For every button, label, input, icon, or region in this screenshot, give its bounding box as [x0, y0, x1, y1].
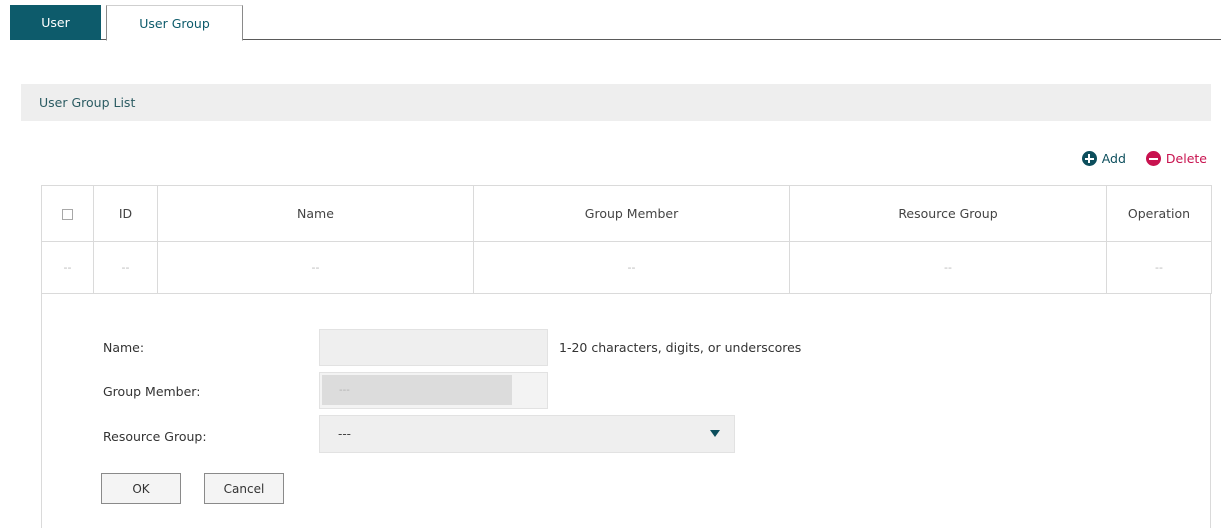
- resource-group-select[interactable]: ---: [319, 415, 735, 453]
- section-title: User Group List: [39, 95, 136, 110]
- table-actions: Add Delete: [1081, 151, 1207, 166]
- tab-user-group[interactable]: User Group: [106, 5, 243, 41]
- select-all-checkbox[interactable]: [62, 209, 73, 220]
- column-header-name[interactable]: Name: [157, 185, 474, 242]
- cell-id: --: [93, 241, 158, 294]
- resource-group-value: ---: [338, 427, 351, 441]
- name-hint: 1-20 characters, digits, or underscores: [559, 340, 802, 355]
- add-button[interactable]: Add: [1081, 151, 1126, 166]
- delete-label: Delete: [1165, 151, 1207, 166]
- caret-down-icon: [710, 430, 720, 437]
- table-row: -- -- -- -- -- --: [41, 241, 1212, 294]
- column-header-operation: Operation: [1106, 185, 1212, 242]
- group-member-value: ---: [322, 375, 512, 405]
- column-header-id[interactable]: ID: [93, 185, 158, 242]
- group-member-label: Group Member:: [103, 384, 201, 399]
- cell-operation: --: [1106, 241, 1212, 294]
- tab-bar: User User Group: [10, 5, 1221, 41]
- delete-button[interactable]: Delete: [1145, 151, 1207, 166]
- cancel-button[interactable]: Cancel: [204, 473, 284, 504]
- select-all-cell: [41, 185, 94, 242]
- user-group-table: ID Name Group Member Resource Group Oper…: [41, 185, 1212, 294]
- cell-name: --: [157, 241, 474, 294]
- table-header-row: ID Name Group Member Resource Group Oper…: [41, 185, 1212, 242]
- cell-resource-group: --: [789, 241, 1107, 294]
- plus-circle-icon: [1081, 151, 1097, 166]
- group-member-field[interactable]: ---: [319, 372, 548, 409]
- cell-group-member: --: [473, 241, 790, 294]
- cell-select: --: [41, 241, 94, 294]
- name-input[interactable]: [319, 329, 548, 366]
- column-header-group-member[interactable]: Group Member: [473, 185, 790, 242]
- column-header-resource-group[interactable]: Resource Group: [789, 185, 1107, 242]
- resource-group-label: Resource Group:: [103, 429, 207, 444]
- add-label: Add: [1101, 151, 1126, 166]
- minus-circle-icon: [1145, 151, 1161, 166]
- section-header: User Group List: [21, 84, 1211, 121]
- name-label: Name:: [103, 340, 145, 355]
- ok-button[interactable]: OK: [101, 473, 181, 504]
- tab-user[interactable]: User: [10, 5, 101, 40]
- add-user-group-form: Name: 1-20 characters, digits, or unders…: [41, 293, 1211, 528]
